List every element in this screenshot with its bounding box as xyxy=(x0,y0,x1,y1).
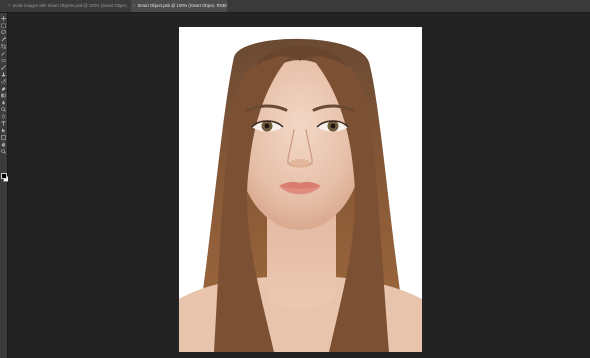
document-canvas[interactable] xyxy=(179,27,422,352)
marquee-tool-icon[interactable] xyxy=(1,23,6,28)
right-pupil xyxy=(330,123,336,129)
tab-close-icon[interactable]: × xyxy=(133,3,135,8)
tab-scale-images-psd[interactable]: × Scale Images with Smart Objects.psd @ … xyxy=(6,0,128,12)
brush-tool-icon[interactable] xyxy=(1,65,6,70)
pen-tool-icon[interactable] xyxy=(1,114,6,119)
path-selection-tool-icon[interactable] xyxy=(1,128,6,133)
clone-stamp-tool-icon[interactable] xyxy=(1,72,6,77)
left-pupil xyxy=(264,123,270,129)
gradient-tool-icon[interactable] xyxy=(1,93,6,98)
quick-selection-tool-icon[interactable] xyxy=(1,37,6,42)
tab-label: Scale Images with Smart Objects.psd @ 10… xyxy=(12,3,128,8)
type-tool-icon[interactable] xyxy=(1,121,6,126)
healing-brush-tool-icon[interactable] xyxy=(1,58,6,63)
lasso-tool-icon[interactable] xyxy=(1,30,6,35)
tools-panel xyxy=(0,13,9,358)
shape-tool-icon[interactable] xyxy=(1,135,6,140)
move-tool-icon[interactable] xyxy=(1,16,6,21)
nose-tip xyxy=(290,159,310,167)
hand-tool-icon[interactable] xyxy=(1,142,6,147)
eraser-tool-icon[interactable] xyxy=(1,86,6,91)
blur-tool-icon[interactable] xyxy=(1,100,6,105)
tab-smart-object-psb[interactable]: × Smart Object.psb @ 100% (Smart Object,… xyxy=(131,0,227,12)
portrait-image xyxy=(179,38,422,352)
dodge-tool-icon[interactable] xyxy=(1,107,6,112)
eyedropper-tool-icon[interactable] xyxy=(1,51,6,56)
zoom-tool-icon[interactable] xyxy=(1,149,6,154)
tab-label: Smart Object.psb @ 100% (Smart Object, R… xyxy=(137,3,227,8)
tab-close-icon[interactable]: × xyxy=(8,3,10,8)
crop-tool-icon[interactable] xyxy=(1,44,6,49)
history-brush-tool-icon[interactable] xyxy=(1,79,6,84)
foreground-color-swatch[interactable] xyxy=(1,173,7,179)
document-tab-bar: × Scale Images with Smart Objects.psd @ … xyxy=(0,0,590,13)
